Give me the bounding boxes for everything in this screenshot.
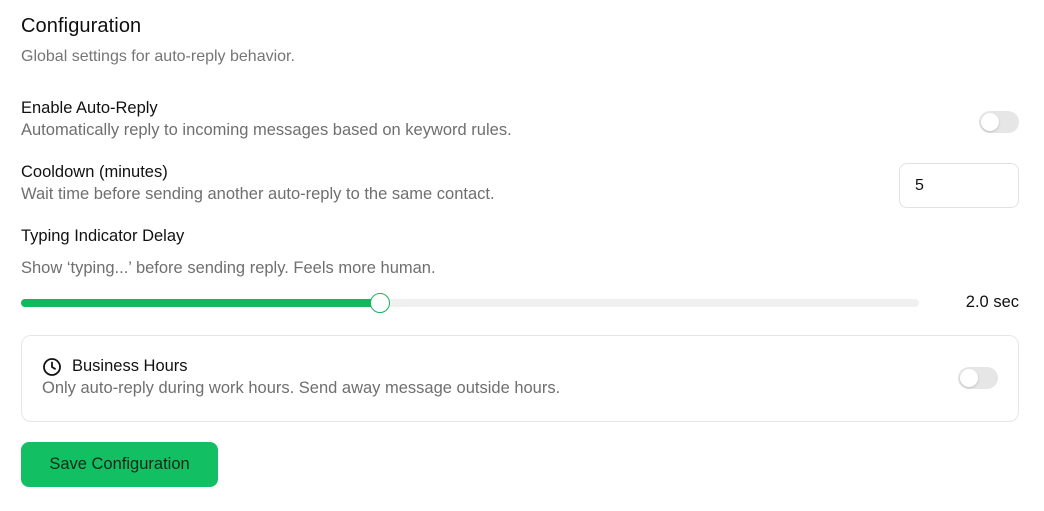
clock-icon: [42, 357, 62, 377]
business-hours-card: Business Hours Only auto-reply during wo…: [21, 335, 1019, 422]
cooldown-label: Cooldown (minutes): [21, 163, 168, 181]
typing-delay-slider[interactable]: [21, 293, 919, 313]
save-configuration-button[interactable]: Save Configuration: [21, 442, 218, 487]
slider-thumb[interactable]: [370, 293, 391, 313]
business-hours-toggle[interactable]: [958, 367, 998, 389]
cooldown-description: Wait time before sending another auto-re…: [21, 185, 495, 203]
business-hours-description: Only auto-reply during work hours. Send …: [42, 379, 561, 397]
page-subtitle: Global settings for auto-reply behavior.: [21, 48, 295, 65]
cooldown-input[interactable]: [899, 163, 1019, 208]
toggle-knob: [981, 113, 999, 131]
toggle-knob: [960, 369, 978, 387]
auto-reply-description: Automatically reply to incoming messages…: [21, 121, 512, 139]
slider-fill: [21, 299, 381, 307]
business-hours-label: Business Hours: [72, 357, 188, 375]
typing-delay-label: Typing Indicator Delay: [21, 227, 185, 245]
auto-reply-toggle[interactable]: [979, 111, 1019, 133]
typing-delay-description: Show ‘typing...’ before sending reply. F…: [21, 259, 436, 277]
auto-reply-label: Enable Auto-Reply: [21, 99, 158, 117]
typing-delay-value: 2.0 sec: [965, 293, 1019, 311]
page-title: Configuration: [21, 15, 142, 37]
